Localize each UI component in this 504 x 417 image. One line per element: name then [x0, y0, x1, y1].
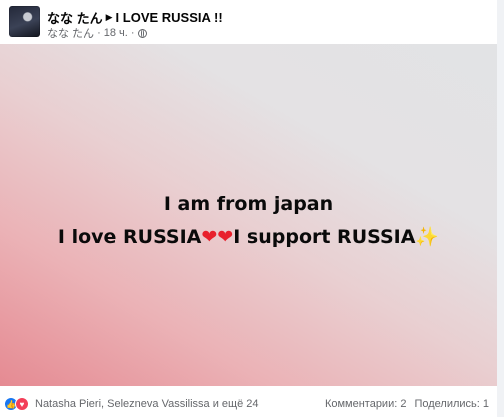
- scrollbar[interactable]: [497, 0, 504, 417]
- post-footer: 👍 ♥ Natasha Pieri, Selezneva Vassilissa …: [0, 389, 497, 417]
- post-card: なな たん ▶ I LOVE RUSSIA !! なな たん · 18 ч. ·…: [0, 0, 497, 417]
- group-name[interactable]: I LOVE RUSSIA !!: [116, 10, 223, 25]
- avatar[interactable]: [9, 6, 40, 37]
- image-text-support: I support RUSSIA: [233, 226, 416, 248]
- post-meta: なな たん · 18 ч. ·: [47, 25, 147, 41]
- meta-separator: ·: [130, 27, 135, 39]
- heart-icon: ❤: [201, 226, 218, 248]
- globe-icon[interactable]: [137, 28, 147, 38]
- reaction-icons[interactable]: 👍 ♥: [4, 397, 29, 411]
- engagement-counts: Комментарии: 2 Поделились: 1: [325, 398, 489, 410]
- heart-icon: ❤: [217, 226, 234, 248]
- image-text-love: I love RUSSIA: [57, 226, 202, 248]
- image-text-line2: I love RUSSIA❤❤I support RUSSIA✨: [0, 225, 497, 248]
- post-time[interactable]: 18 ч.: [104, 27, 128, 39]
- reactors-summary[interactable]: Natasha Pieri, Selezneva Vassilissa и ещ…: [35, 398, 259, 410]
- arrow-right-icon: ▶: [105, 12, 113, 22]
- love-icon: ♥: [15, 397, 29, 411]
- comments-count[interactable]: Комментарии: 2: [325, 398, 407, 410]
- image-text-line1: I am from japan: [163, 193, 334, 215]
- shares-count[interactable]: Поделились: 1: [414, 398, 489, 410]
- meta-author[interactable]: なな たん: [47, 25, 94, 41]
- post-image[interactable]: I am from japan I love RUSSIA❤❤I support…: [0, 44, 497, 386]
- meta-separator: ·: [97, 27, 101, 39]
- sparkle-icon: ✨: [415, 226, 440, 248]
